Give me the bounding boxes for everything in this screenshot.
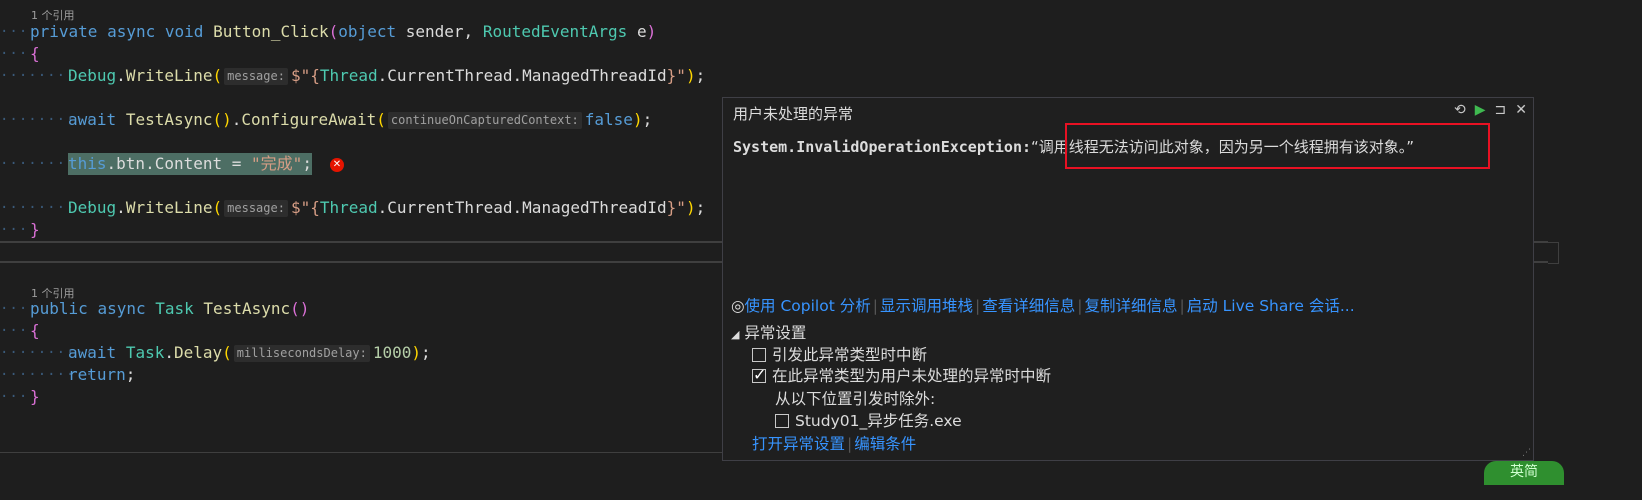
string-literal: "完成" <box>251 154 303 173</box>
indent-guide: ··· <box>0 24 29 40</box>
break-on-thrown-option[interactable]: 引发此异常类型时中断 <box>752 343 927 365</box>
property-name: ManagedThreadId <box>522 198 667 217</box>
keyword: await <box>68 110 117 129</box>
module-label: Study01_异步任务.exe <box>795 412 962 430</box>
param-type: object <box>338 22 397 41</box>
option-label: 在此异常类型为用户未处理的异常时中断 <box>772 367 1052 385</box>
exception-type: System.InvalidOperationException: <box>733 138 1032 156</box>
keyword: void <box>164 22 204 41</box>
pin-icon[interactable]: ⊐ <box>1495 102 1507 118</box>
error-icon[interactable]: ✕ <box>330 158 344 172</box>
string-literal: $"{ <box>290 198 320 217</box>
keyword: return <box>68 365 126 384</box>
class-name: Task <box>155 299 194 318</box>
inlay-hint: continueOnCapturedContext: <box>387 112 582 129</box>
method-name: TestAsync <box>203 299 291 318</box>
ime-status-badge[interactable]: 英简 <box>1484 461 1564 485</box>
highlight-box <box>1065 123 1490 169</box>
except-from-label: 从以下位置引发时除外: <box>775 390 936 408</box>
property-name: CurrentThread <box>387 66 513 85</box>
code-line[interactable]: ·········· await TestAsync().ConfigureAw… <box>0 109 652 131</box>
class-name: Thread <box>319 66 378 85</box>
property-name: ManagedThreadId <box>522 66 667 85</box>
keyword: public <box>30 299 88 318</box>
popup-title: 用户未处理的异常 <box>733 105 854 123</box>
param-type: RoutedEventArgs <box>482 22 628 41</box>
class-name: Task <box>125 343 165 362</box>
code-line[interactable]: ···} <box>0 219 40 241</box>
code-line[interactable]: ·········· return; <box>0 364 135 386</box>
string-literal: $"{ <box>290 66 320 85</box>
copilot-analyze-link[interactable]: 使用 Copilot 分析 <box>745 297 871 315</box>
edit-conditions-link[interactable]: 编辑条件 <box>854 435 916 453</box>
keyword: await <box>68 343 117 362</box>
keyword: private <box>30 22 98 41</box>
keyword: this <box>68 154 107 173</box>
string-literal: }" <box>666 66 686 85</box>
live-share-link[interactable]: 启动 Live Share 会话... <box>1187 297 1355 315</box>
code-line-error[interactable]: ·········· this.btn.Content = "完成"; ✕ <box>0 153 344 175</box>
break-on-unhandled-checkbox[interactable]: ✓ <box>752 365 766 384</box>
code-line[interactable]: ·········· await Task.Delay(milliseconds… <box>0 342 431 364</box>
code-line[interactable]: ··· private async void Button_Click(obje… <box>0 21 656 43</box>
param-name: e <box>636 22 647 41</box>
show-call-stack-link[interactable]: 显示调用堆栈 <box>880 297 973 315</box>
method-name: WriteLine <box>125 198 213 217</box>
action-links: ◎使用 Copilot 分析 | 显示调用堆栈 | 查看详细信息 | 复制详细信息 | 启动 L… <box>731 297 1355 315</box>
settings-header-label: 异常设置 <box>744 324 807 342</box>
break-on-unhandled-option[interactable]: ✓ 在此异常类型为用户未处理的异常时中断 <box>752 364 1051 386</box>
keyword: async <box>107 22 156 41</box>
class-name: Thread <box>319 198 378 217</box>
inlay-hint: millisecondsDelay: <box>233 345 370 362</box>
method-name: Delay <box>173 343 223 362</box>
view-details-link[interactable]: 查看详细信息 <box>982 297 1075 315</box>
history-icon[interactable]: ⟲ <box>1454 102 1466 118</box>
code-line[interactable]: ···} <box>0 386 40 408</box>
string-literal: }" <box>666 198 686 217</box>
method-name: WriteLine <box>125 66 213 85</box>
copilot-icon[interactable]: ◎ <box>731 297 745 315</box>
popup-toolbar: ⟲ ▶ ⊐ ✕ <box>1454 102 1527 118</box>
method-name: TestAsync <box>125 110 213 129</box>
keyword: async <box>97 299 146 318</box>
code-line[interactable]: ·········· Debug.WriteLine(message: $"{Th… <box>0 65 705 87</box>
module-checkbox[interactable] <box>775 414 789 428</box>
copy-details-link[interactable]: 复制详细信息 <box>1084 297 1177 315</box>
bottom-links: 打开异常设置 | 编辑条件 <box>752 435 917 453</box>
code-text: ; <box>302 154 312 173</box>
property-name: CurrentThread <box>387 198 513 217</box>
code-line[interactable]: ···{ <box>0 43 40 65</box>
keyword: false <box>584 110 633 129</box>
code-text: .btn.Content = <box>106 154 252 173</box>
number-literal: 1000 <box>372 343 412 362</box>
inlay-hint: message: <box>224 68 288 85</box>
continue-icon[interactable]: ▶ <box>1475 102 1486 118</box>
inlay-hint: message: <box>224 200 288 217</box>
resize-grip-icon[interactable]: ⋰ <box>1522 448 1531 458</box>
class-name: Debug <box>68 66 117 85</box>
class-name: Debug <box>68 198 117 217</box>
open-exception-settings-link[interactable]: 打开异常设置 <box>752 435 845 453</box>
close-icon[interactable]: ✕ <box>1515 102 1527 118</box>
code-line[interactable]: ·········· Debug.WriteLine(message: $"{Th… <box>0 197 705 219</box>
code-line[interactable]: ··· public async Task TestAsync() <box>0 298 309 320</box>
module-exception-option[interactable]: Study01_异步任务.exe <box>775 409 962 431</box>
scroll-edge <box>1548 242 1559 264</box>
collapse-triangle-icon[interactable]: ◢ <box>731 328 739 341</box>
break-on-thrown-checkbox[interactable] <box>752 348 766 362</box>
method-name: ConfigureAwait <box>241 110 377 129</box>
exception-helper-popup[interactable]: 用户未处理的异常 ⟲ ▶ ⊐ ✕ System.InvalidOperation… <box>722 97 1534 461</box>
param-name: sender, <box>405 22 474 41</box>
exception-settings-header[interactable]: ◢ 异常设置 <box>731 321 806 343</box>
method-name: Button_Click <box>213 22 329 41</box>
checkmark-icon: ✓ <box>753 365 767 384</box>
code-line[interactable]: ···{ <box>0 320 40 342</box>
option-label: 引发此异常类型时中断 <box>772 346 928 364</box>
divider <box>0 452 722 453</box>
